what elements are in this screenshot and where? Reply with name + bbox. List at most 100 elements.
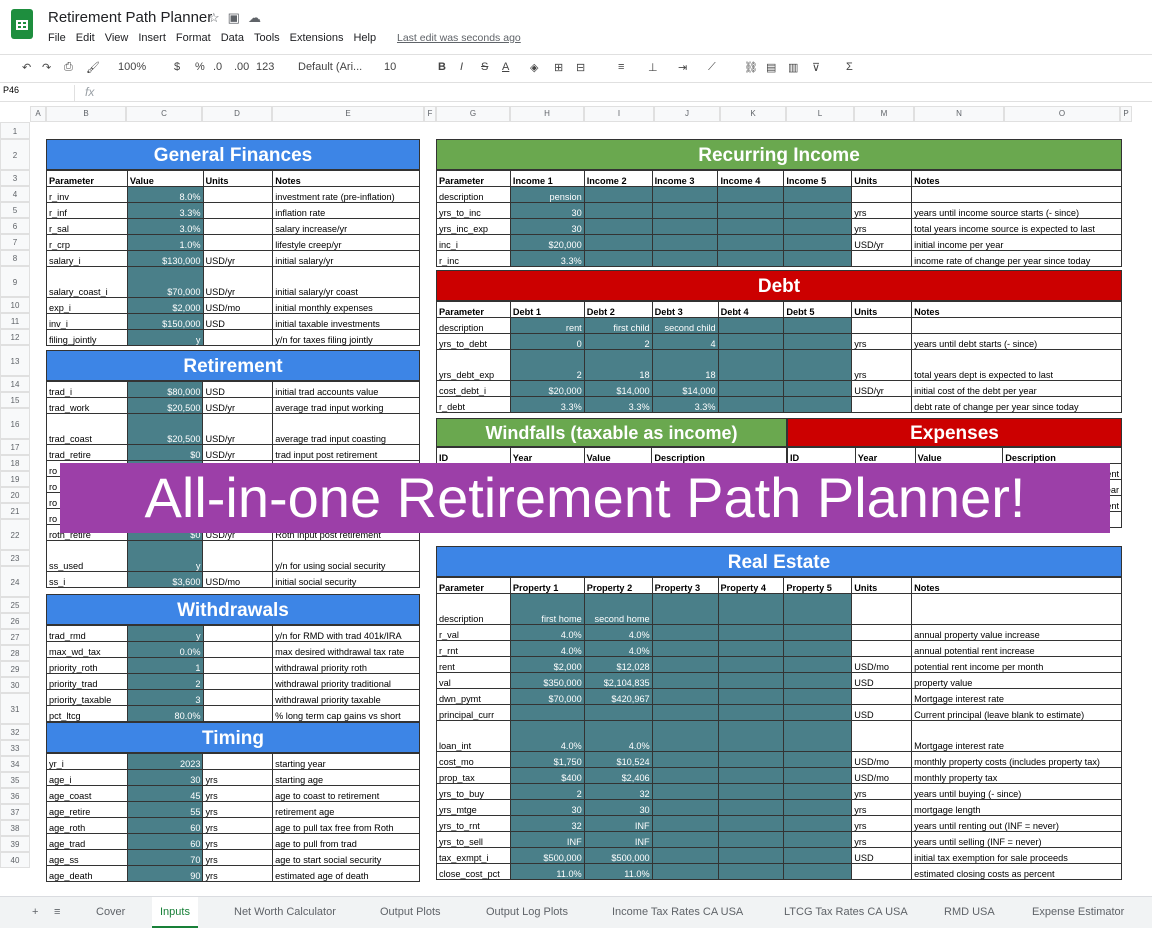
table-cell[interactable]: 0 [509,333,585,350]
table-cell[interactable]: initial trad accounts value [272,381,420,398]
table-cell[interactable]: 2023 [126,753,204,770]
table-cell[interactable] [717,317,785,334]
table-cell[interactable] [783,624,853,641]
row-header[interactable]: 18 [0,455,30,471]
table-cell[interactable] [783,704,853,721]
table-cell[interactable]: priority_taxable [46,689,128,706]
column-header[interactable]: C [126,106,202,122]
table-cell[interactable] [583,218,653,235]
row-header[interactable]: 13 [0,345,30,376]
table-cell[interactable]: annual property value increase [911,624,1122,641]
table-cell[interactable]: 30 [509,218,585,235]
table-cell[interactable]: 32 [509,815,585,832]
column-header[interactable]: H [510,106,584,122]
table-cell[interactable]: USD/mo [851,656,913,673]
table-cell[interactable] [783,250,853,267]
row-header[interactable]: 34 [0,756,30,772]
table-cell[interactable]: first child [583,317,653,334]
row-header[interactable]: 15 [0,392,30,408]
table-cell[interactable]: $2,000 [126,297,204,314]
table-cell[interactable] [202,625,274,642]
table-cell[interactable]: max_wd_tax [46,641,128,658]
table-cell[interactable]: yrs [202,849,274,866]
table-cell[interactable]: 30 [583,799,653,816]
table-cell[interactable]: $3,600 [126,571,204,588]
table-cell[interactable]: yrs_to_sell [436,831,511,848]
table-cell[interactable]: ss_used [46,540,128,572]
row-header[interactable]: 4 [0,186,30,202]
table-cell[interactable]: priority_roth [46,657,128,674]
table-cell[interactable]: estimated age of death [272,865,420,882]
table-cell[interactable]: trad_i [46,381,128,398]
table-cell[interactable]: salary_coast_i [46,266,128,298]
table-cell[interactable] [851,396,913,413]
table-cell[interactable]: 30 [509,799,585,816]
table-cell[interactable]: average trad input coasting [272,413,420,445]
table-cell[interactable]: initial social security [272,571,420,588]
row-header[interactable]: 31 [0,693,30,724]
table-cell[interactable]: USD/yr [202,444,274,461]
column-header[interactable]: F [424,106,436,122]
table-cell[interactable]: 4.0% [583,640,653,657]
table-cell[interactable]: 2 [583,333,653,350]
table-cell[interactable] [202,234,274,251]
table-cell[interactable]: 2 [509,349,585,381]
table-cell[interactable]: initial monthly expenses [272,297,420,314]
table-cell[interactable]: 4.0% [509,624,585,641]
font-select[interactable]: Default (Ari... [298,61,362,73]
table-cell[interactable]: 60 [126,817,204,834]
table-cell[interactable]: 80.0% [126,705,204,722]
table-cell[interactable]: USD/yr [851,234,913,251]
table-cell[interactable]: y [126,625,204,642]
table-cell[interactable]: yrs_to_debt [436,333,511,350]
table-cell[interactable]: salary_i [46,250,128,267]
table-cell[interactable]: Parameter [436,170,511,187]
table-cell[interactable]: years until debt starts (- since) [911,333,1122,350]
table-cell[interactable] [202,329,274,346]
table-cell[interactable] [651,202,719,219]
table-cell[interactable] [783,593,853,625]
row-header[interactable]: 21 [0,503,30,519]
table-cell[interactable]: yrs [202,801,274,818]
table-cell[interactable]: years until buying (- since) [911,783,1122,800]
table-cell[interactable]: Year [854,447,916,464]
row-header[interactable]: 20 [0,487,30,503]
table-cell[interactable]: description [436,593,511,625]
table-cell[interactable]: r_inv [46,186,128,203]
table-cell[interactable] [717,751,785,768]
row-header[interactable]: 6 [0,218,30,234]
row-header[interactable]: 14 [0,376,30,392]
table-cell[interactable]: second child [651,317,719,334]
redo-icon[interactable]: ↷ [42,61,51,74]
document-title[interactable]: Retirement Path Planner [48,9,212,26]
table-cell[interactable] [202,218,274,235]
table-cell[interactable] [717,186,785,203]
align-horizontal-icon[interactable]: ≡ [618,61,624,73]
table-cell[interactable]: $14,000 [651,380,719,397]
table-cell[interactable]: yrs [851,202,913,219]
table-cell[interactable]: exp_i [46,297,128,314]
table-cell[interactable]: 4.0% [509,640,585,657]
sheet-tab[interactable]: Expense Estimator [1024,897,1132,928]
table-cell[interactable]: r_debt [436,396,511,413]
table-cell[interactable]: yrs_inc_exp [436,218,511,235]
table-cell[interactable]: $350,000 [509,672,585,689]
table-cell[interactable]: 45 [126,785,204,802]
table-cell[interactable] [202,641,274,658]
table-cell[interactable]: $80,000 [126,381,204,398]
table-cell[interactable]: Value [914,447,1004,464]
table-cell[interactable]: USD/yr [202,266,274,298]
row-header[interactable]: 22 [0,519,30,550]
table-cell[interactable] [911,186,1122,203]
table-cell[interactable]: 3.3% [651,396,719,413]
table-cell[interactable]: 2 [126,673,204,690]
table-cell[interactable]: 3.0% [126,218,204,235]
table-cell[interactable]: 11.0% [509,863,585,880]
table-cell[interactable]: INF [583,831,653,848]
table-cell[interactable]: Income 5 [783,170,853,187]
table-cell[interactable] [651,640,719,657]
column-header[interactable]: M [854,106,914,122]
table-cell[interactable] [651,624,719,641]
table-cell[interactable] [202,202,274,219]
table-cell[interactable] [651,847,719,864]
